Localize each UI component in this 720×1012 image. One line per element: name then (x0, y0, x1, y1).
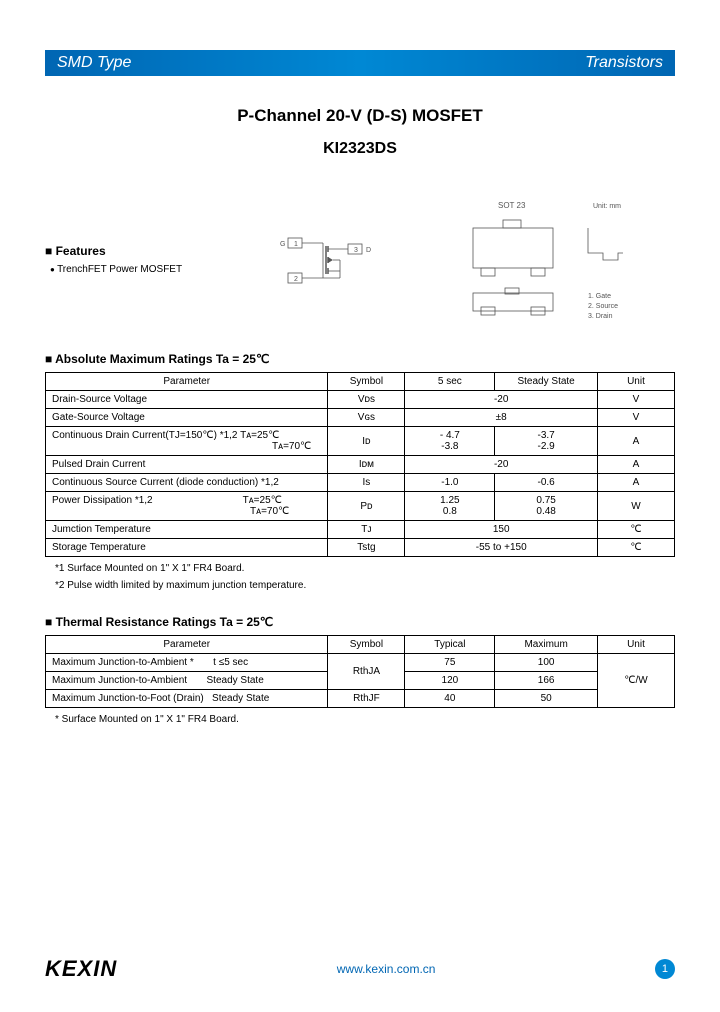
table-row: Storage Temperature Tstg -55 to +150 ℃ (46, 539, 675, 557)
table-row: Continuous Drain Current(TJ=150℃) *1,2 T… (46, 427, 675, 456)
th-param: Parameter (46, 373, 328, 391)
amr-table: Parameter Symbol 5 sec Steady State Unit… (45, 372, 675, 557)
svg-text:3: 3 (354, 247, 358, 254)
title-block: P-Channel 20-V (D-S) MOSFET KI2323DS (45, 106, 675, 158)
footer-url: www.kexin.com.cn (337, 962, 436, 976)
header-left: SMD Type (57, 54, 131, 72)
th-sym: Symbol (328, 636, 405, 654)
th-ss: Steady State (495, 373, 598, 391)
th-unit: Unit (597, 636, 674, 654)
svg-text:2. Source: 2. Source (588, 303, 618, 310)
th-max: Maximum (495, 636, 598, 654)
brand-logo: KEXIN (45, 956, 117, 982)
svg-text:1. Gate: 1. Gate (588, 293, 611, 300)
schematic-diagram: 1 G 2 (278, 228, 378, 298)
main-title: P-Channel 20-V (D-S) MOSFET (45, 106, 675, 126)
thermal-heading: Thermal Resistance Ratings Ta = 25℃ (45, 615, 675, 629)
table-row: Maximum Junction-to-Ambient * t ≤5 sec R… (46, 654, 675, 672)
table-row: Maximum Junction-to-Foot (Drain) Steady … (46, 690, 675, 708)
table-row: Continuous Source Current (diode conduct… (46, 474, 675, 492)
package-diagram: SOT 23 Unit: mm 1. Gate 2. Source 3. Dra… (443, 198, 643, 328)
header-right: Transistors (585, 54, 663, 72)
th-unit: Unit (597, 373, 674, 391)
page-number: 1 (655, 959, 675, 979)
svg-text:1: 1 (294, 241, 298, 248)
svg-text:2: 2 (294, 276, 298, 283)
th-typ: Typical (405, 636, 495, 654)
amr-section: Absolute Maximum Ratings Ta = 25℃ Parame… (45, 352, 675, 591)
features-heading: Features (45, 244, 245, 258)
footer: KEXIN www.kexin.com.cn 1 (45, 956, 675, 982)
table-row: Jumction Temperature Tᴊ 150 ℃ (46, 521, 675, 539)
amr-footnote-2: *2 Pulse width limited by maximum juncti… (55, 580, 675, 591)
part-number: KI2323DS (45, 140, 675, 158)
th-param: Parameter (46, 636, 328, 654)
svg-text:D: D (366, 247, 371, 254)
feature-item: TrenchFET Power MOSFET (50, 264, 245, 275)
th-5sec: 5 sec (405, 373, 495, 391)
amr-footnote-1: *1 Surface Mounted on 1" X 1" FR4 Board. (55, 563, 675, 574)
table-row: Drain-Source Voltage Vᴅs -20 V (46, 391, 675, 409)
svg-text:3. Drain: 3. Drain (588, 313, 613, 320)
svg-text:SOT 23: SOT 23 (498, 201, 526, 210)
th-sym: Symbol (328, 373, 405, 391)
svg-text:G: G (280, 241, 285, 248)
thermal-footnote: * Surface Mounted on 1" X 1" FR4 Board. (55, 714, 675, 725)
table-row: Pulsed Drain Current Iᴅᴍ -20 A (46, 456, 675, 474)
table-row: Gate-Source Voltage Vɢs ±8 V (46, 409, 675, 427)
amr-heading: Absolute Maximum Ratings Ta = 25℃ (45, 352, 675, 366)
features-section: Features TrenchFET Power MOSFET (45, 198, 245, 328)
thermal-table: Parameter Symbol Typical Maximum Unit Ma… (45, 635, 675, 708)
table-row: Power Dissipation *1,2Tᴀ=25℃Tᴀ=70℃ Pᴅ 1.… (46, 492, 675, 521)
svg-text:Unit: mm: Unit: mm (593, 203, 621, 210)
thermal-section: Thermal Resistance Ratings Ta = 25℃ Para… (45, 615, 675, 725)
header-bar: SMD Type Transistors (45, 50, 675, 76)
